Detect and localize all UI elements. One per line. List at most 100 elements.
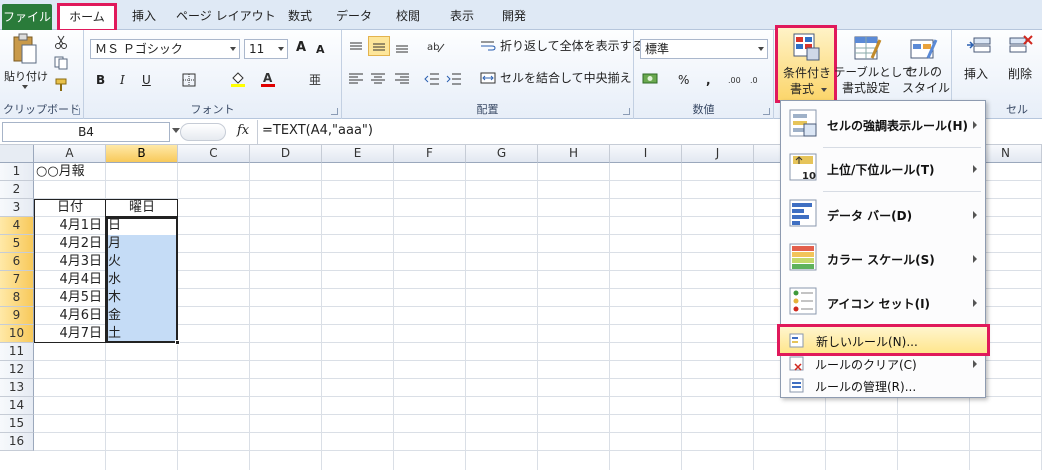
underline-button[interactable]: U	[142, 72, 151, 88]
menu-icon-sets[interactable]: アイコン セット(I)	[781, 281, 985, 325]
name-box-dropdown[interactable]	[172, 128, 180, 133]
column-header[interactable]: C	[178, 145, 250, 163]
cell-day[interactable]: 日	[108, 217, 176, 235]
column-header[interactable]: H	[538, 145, 610, 163]
align-center-icon[interactable]	[370, 72, 386, 86]
align-left-icon[interactable]	[348, 72, 364, 86]
tab-data[interactable]: データ	[334, 6, 374, 28]
wrap-text-button[interactable]: 折り返して全体を表示する	[480, 38, 644, 56]
menu-clear-rules[interactable]: ルールのクリア(C)	[781, 353, 985, 375]
cell-header-date[interactable]: 日付	[34, 199, 106, 217]
cell-day[interactable]: 月	[108, 235, 176, 253]
copy-icon[interactable]	[54, 56, 70, 70]
decrease-indent-icon[interactable]	[424, 72, 440, 86]
decrease-decimal-icon[interactable]: .0	[750, 72, 768, 86]
shrink-font-button[interactable]: A	[316, 42, 325, 58]
grow-font-button[interactable]: A	[296, 40, 306, 56]
column-header[interactable]: F	[394, 145, 466, 163]
tab-developer[interactable]: 開発	[494, 6, 534, 28]
cell-day[interactable]: 水	[108, 271, 176, 289]
tab-review[interactable]: 校閲	[388, 6, 428, 28]
align-middle-button[interactable]	[368, 36, 390, 56]
dialog-launcher-icon[interactable]	[331, 108, 338, 115]
row-header[interactable]: 9	[0, 307, 34, 325]
align-right-icon[interactable]	[394, 72, 410, 86]
format-as-table-button[interactable]: テーブルとして 書式設定	[834, 30, 913, 100]
row-header[interactable]: 5	[0, 235, 34, 253]
tab-view[interactable]: 表示	[442, 6, 482, 28]
menu-data-bars[interactable]: データ バー(D)	[781, 193, 985, 237]
cell-styles-button[interactable]: セルの スタイル	[900, 30, 950, 100]
row-header[interactable]: 11	[0, 343, 34, 361]
cell-header-day[interactable]: 曜日	[106, 199, 178, 217]
tab-home[interactable]: ホーム	[57, 3, 117, 32]
insert-function-icon[interactable]: fx	[237, 123, 249, 138]
increase-indent-icon[interactable]	[446, 72, 462, 86]
column-header[interactable]: B	[106, 145, 178, 163]
cell-date[interactable]: 4月6日	[34, 307, 102, 325]
cell-date[interactable]: 4月7日	[34, 325, 102, 343]
cut-icon[interactable]	[54, 35, 68, 49]
column-header[interactable]: D	[250, 145, 322, 163]
align-top-icon[interactable]	[348, 40, 364, 54]
italic-button[interactable]: I	[120, 72, 125, 88]
row-header[interactable]: 3	[0, 199, 34, 217]
format-painter-icon[interactable]	[54, 78, 70, 92]
name-box[interactable]: B4	[2, 122, 170, 142]
select-all-corner[interactable]	[0, 145, 34, 163]
number-format-select[interactable]: 標準	[640, 39, 768, 59]
align-bottom-icon[interactable]	[394, 40, 410, 54]
cell-day[interactable]: 金	[108, 307, 176, 325]
cell-date[interactable]: 4月2日	[34, 235, 102, 253]
tab-formulas[interactable]: 数式	[280, 6, 320, 28]
delete-button[interactable]: 削除	[1002, 30, 1042, 100]
tab-page-layout[interactable]: ページ レイアウト	[176, 6, 276, 28]
row-header[interactable]: 16	[0, 433, 34, 451]
row-header[interactable]: 10	[0, 325, 34, 343]
cell-day[interactable]: 火	[108, 253, 176, 271]
row-header[interactable]: 13	[0, 379, 34, 397]
menu-highlight-cells-rules[interactable]: セルの強調表示ルール(H)	[781, 103, 985, 147]
menu-color-scales[interactable]: カラー スケール(S)	[781, 237, 985, 281]
font-size-select[interactable]: 11	[244, 39, 288, 59]
cell-day[interactable]: 土	[108, 325, 176, 343]
dialog-launcher-icon[interactable]	[73, 108, 80, 115]
bold-button[interactable]: B	[96, 72, 105, 88]
paste-button[interactable]: 貼り付け	[4, 33, 48, 93]
formula-bar-divider[interactable]	[180, 123, 226, 141]
cell-date[interactable]: 4月4日	[34, 271, 102, 289]
row-header[interactable]: 4	[0, 217, 34, 235]
row-header[interactable]: 2	[0, 181, 34, 199]
cell-date[interactable]: 4月1日	[34, 217, 102, 235]
column-header[interactable]: A	[34, 145, 106, 163]
column-header[interactable]: G	[466, 145, 538, 163]
menu-new-rule[interactable]: 新しいルール(N)...	[777, 324, 990, 356]
fill-color-icon[interactable]	[230, 70, 246, 88]
phonetic-icon[interactable]: 亜	[306, 70, 322, 88]
merge-center-button[interactable]: セルを結合して中央揃え	[480, 70, 632, 88]
conditional-formatting-button[interactable]: 条件付き 書式	[775, 25, 837, 103]
cell-day[interactable]: 木	[108, 289, 176, 307]
tab-file[interactable]: ファイル	[2, 4, 52, 30]
row-header[interactable]: 12	[0, 361, 34, 379]
row-header[interactable]: 6	[0, 253, 34, 271]
cell-date[interactable]: 4月3日	[34, 253, 102, 271]
insert-button[interactable]: 挿入	[958, 30, 998, 100]
row-header[interactable]: 1	[0, 163, 34, 181]
column-header[interactable]: E	[322, 145, 394, 163]
column-header[interactable]: I	[610, 145, 682, 163]
dialog-launcher-icon[interactable]	[623, 108, 630, 115]
dialog-launcher-icon[interactable]	[763, 108, 770, 115]
cell-title[interactable]: ○○月報	[36, 163, 156, 181]
comma-button[interactable]: ,	[706, 72, 711, 88]
column-header[interactable]: J	[682, 145, 754, 163]
row-header[interactable]: 15	[0, 415, 34, 433]
row-header[interactable]: 14	[0, 397, 34, 415]
tab-insert[interactable]: 挿入	[124, 6, 164, 28]
row-header[interactable]: 8	[0, 289, 34, 307]
increase-decimal-icon[interactable]: .00	[728, 72, 746, 86]
cell-date[interactable]: 4月5日	[34, 289, 102, 307]
orientation-icon[interactable]: ab	[426, 38, 446, 54]
border-icon[interactable]	[182, 73, 196, 87]
menu-top-bottom-rules[interactable]: 10 上位/下位ルール(T)	[781, 147, 985, 191]
